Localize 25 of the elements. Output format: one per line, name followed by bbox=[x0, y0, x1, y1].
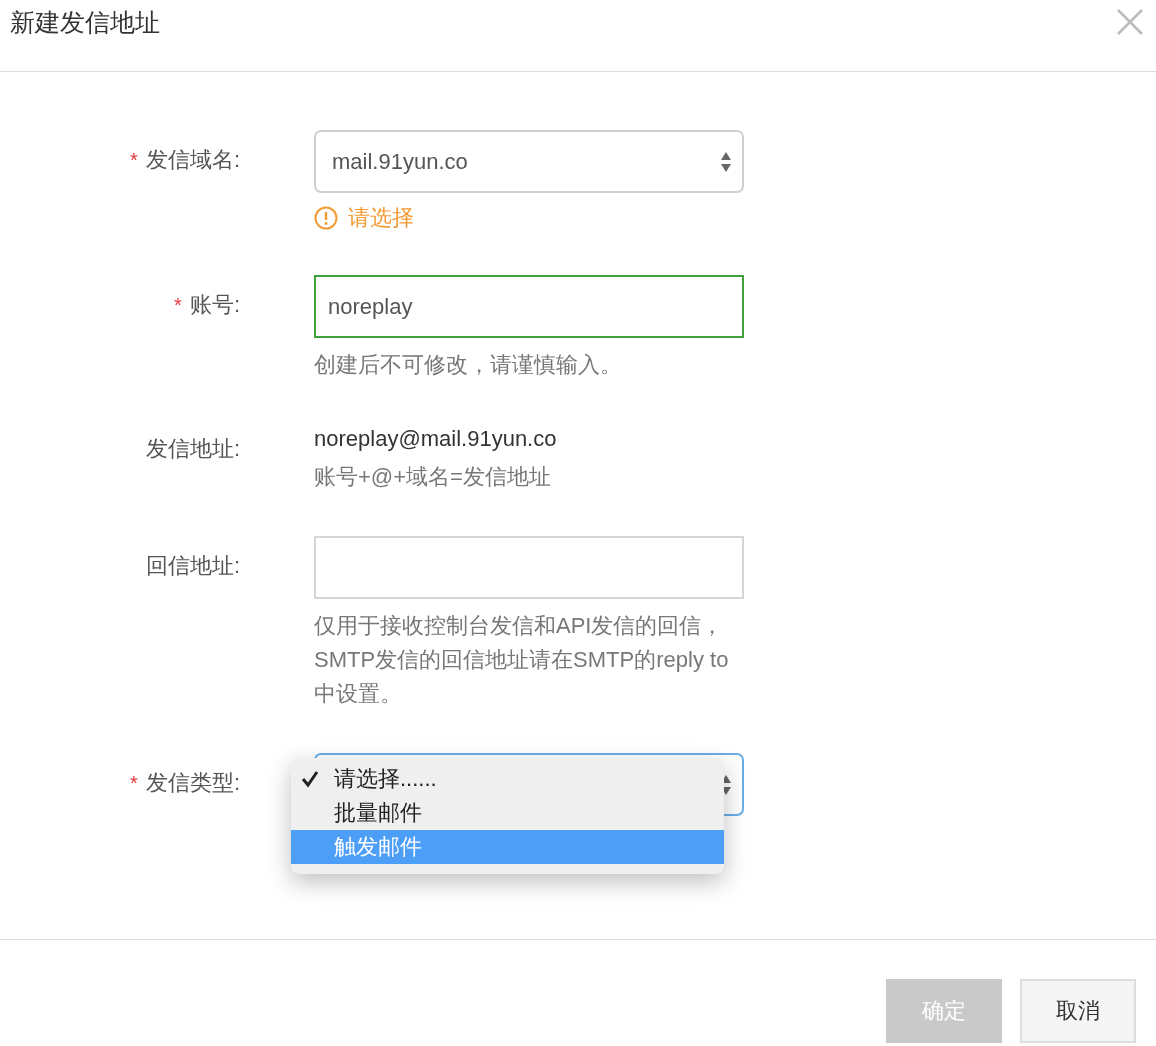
required-mark: * bbox=[130, 771, 138, 796]
required-mark: * bbox=[130, 148, 138, 173]
address-text: noreplay@mail.91yun.co bbox=[314, 426, 558, 452]
checkmark-icon bbox=[301, 770, 319, 788]
text-input[interactable]: noreplay bbox=[314, 275, 744, 338]
warning-icon bbox=[314, 206, 338, 230]
hint-text: 账号+@+域名=发信地址 bbox=[314, 463, 552, 491]
dropdown-option[interactable]: 请选择...... bbox=[291, 762, 724, 796]
select-field[interactable]: mail.91yun.co bbox=[314, 130, 744, 193]
dropdown-option[interactable]: 批量邮件 bbox=[291, 796, 724, 830]
close-button[interactable] bbox=[1116, 8, 1144, 36]
cancel-button[interactable]: 取消 bbox=[1020, 979, 1136, 1043]
text-input[interactable] bbox=[314, 536, 744, 599]
hint-text: 仅用于接收控制台发信和API发信的回信，SMTP发信的回信地址请在SMTP的reply to中设置。 bbox=[314, 612, 730, 708]
error-message: 请选择 bbox=[348, 204, 414, 232]
close-icon bbox=[1116, 8, 1144, 36]
hint-text: 创建后不可修改，请谨慎输入。 bbox=[314, 351, 623, 379]
field-label: 发信域名: bbox=[145, 146, 240, 174]
field-label: 账号: bbox=[189, 291, 240, 319]
select-arrows-icon bbox=[720, 150, 732, 173]
field-label: 发信地址: bbox=[145, 435, 240, 463]
field-label: 发信类型: bbox=[145, 769, 240, 797]
required-mark: * bbox=[174, 293, 182, 318]
field-label: 回信地址: bbox=[145, 552, 240, 580]
dialog-title: 新建发信地址 bbox=[10, 7, 160, 38]
